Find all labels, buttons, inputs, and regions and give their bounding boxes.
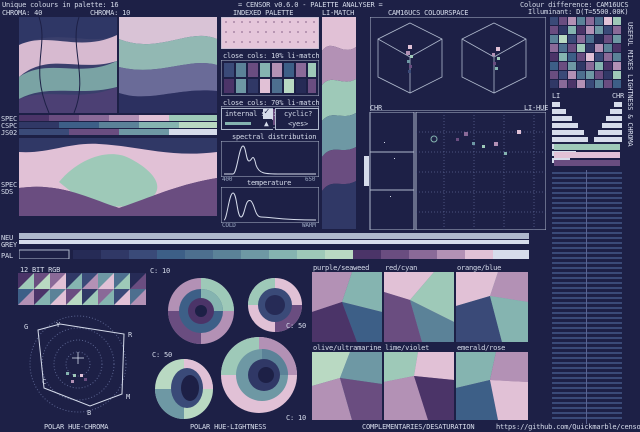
sd-max: 650 [305, 176, 316, 183]
emerald-rose-tile [456, 352, 528, 420]
c10-label-b: C: 10 [286, 414, 307, 422]
chroma-10-panel [119, 17, 217, 113]
bit-rgb-strip [18, 273, 146, 305]
lime-violet-label: lime/violet [385, 344, 430, 352]
spec-bars [19, 115, 217, 136]
red-cyan-label: red/cyan [385, 264, 418, 272]
neutral-grey-bars [19, 233, 529, 259]
chr2-label: CHR [612, 92, 625, 100]
footer-polar-hue-chroma: POLAR HUE-CHROMA [44, 423, 109, 431]
indexed-palette-grid [221, 17, 319, 49]
temperature-label: temperature [247, 179, 292, 187]
hue-r: R [128, 331, 133, 339]
warm-label: WARM [302, 222, 316, 229]
orange-blue-label: orange/blue [457, 264, 502, 272]
cyclic-value: <yes> [288, 120, 309, 128]
palette-mix-grid [550, 17, 622, 89]
hue-g: G [24, 323, 29, 331]
pal-label: PAL [1, 252, 14, 260]
sds-label: SDS [1, 188, 14, 196]
triangle-icon: ▲ [263, 119, 273, 129]
chroma-10-label: CHROMA: 10 [90, 9, 131, 17]
chr-li-hue-plot [364, 112, 546, 230]
cyclic-box: cyclic? <yes> [275, 108, 319, 130]
c10-label-a: C: 10 [150, 267, 171, 275]
cam16ucs-label: CAM16UCS COLOURSPACE [388, 9, 469, 17]
hue-lightness-ring-4 [221, 337, 297, 413]
orange-blue-tile [456, 272, 528, 342]
red-cyan-tile [384, 272, 454, 342]
cyclic-checkbox[interactable]: ✓ [263, 107, 273, 119]
close-cols-10-label: close cols: 10% li-match [223, 52, 320, 60]
spectral-distribution-graph [221, 141, 319, 177]
chroma-40-panel [19, 17, 117, 113]
polar-hue-chroma-plot [18, 308, 146, 420]
spectral-distribution-label: spectral distribution [232, 133, 317, 141]
hue-m: M [126, 393, 131, 401]
olive-ultramarine-tile [312, 352, 382, 420]
hue-b: B [87, 409, 92, 417]
unique-colours-text: Unique colours in palette: 16 [2, 1, 119, 9]
useful-mixes-vertical-label: USEFUL MIXES LIGHTNESS & CHROMA [626, 22, 634, 147]
lightness-chroma-bars [550, 100, 624, 430]
footer-github-link[interactable]: https://github.com/Quickmarble/censor [496, 423, 640, 431]
li-hue-label: LI-HUE [524, 104, 549, 112]
hue-y: Y [56, 321, 61, 329]
olive-ultramarine-label: olive/ultramarine [313, 344, 382, 352]
illuminant-text: Illuminant: D(T=5500.00K) [528, 8, 629, 16]
close-cols-10-grid [221, 60, 319, 96]
cam16ucs-plot [370, 17, 546, 111]
check-icon: ✓ [264, 107, 270, 117]
sd-min: 400 [222, 176, 233, 183]
chr-label: CHR [370, 104, 383, 112]
footer-polar-hue-lightness: POLAR HUE-LIGHTNESS [190, 423, 267, 431]
hue-c: C [42, 378, 47, 386]
li-label: LI [552, 92, 561, 100]
js02-label: JS02 [1, 129, 18, 137]
grey-label: GREY [1, 241, 18, 249]
app-title: = CENSOR v0.6.0 - PALETTE ANALYSER = [238, 1, 383, 9]
cold-label: COLD [222, 222, 236, 229]
emerald-rose-label: emerald/rose [457, 344, 506, 352]
cyclic-label: cyclic? [284, 110, 313, 118]
indexed-palette-label: INDEXED PALETTE [233, 9, 294, 17]
lime-violet-tile [384, 352, 454, 420]
hue-lightness-ring-3 [155, 359, 213, 419]
li-match-strip [322, 17, 356, 229]
spectral-wave-panel [19, 138, 217, 216]
chroma-40-label: CHROMA: 40 [2, 9, 43, 17]
temperature-graph [221, 187, 319, 223]
footer-complementaries: COMPLEMENTARIES/DESATURATION [362, 423, 475, 431]
purple-seaweed-label: purple/seaweed [313, 264, 370, 272]
similarity-bar [225, 122, 251, 125]
li-match-label: LI-MATCH [322, 9, 355, 17]
c50-label-a: C: 50 [286, 322, 307, 330]
purple-seaweed-tile [312, 272, 382, 342]
